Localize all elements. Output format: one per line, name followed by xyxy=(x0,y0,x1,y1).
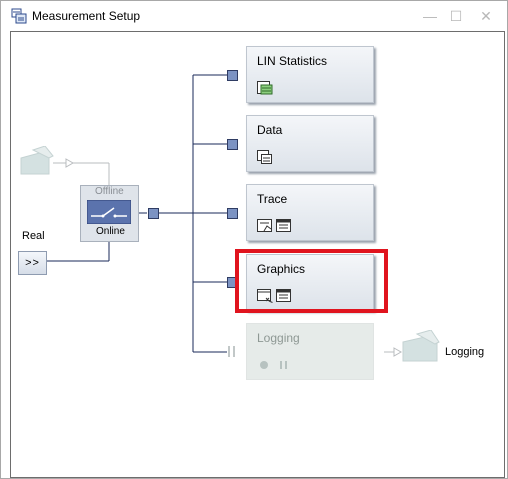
measurement-setup-app-icon xyxy=(11,8,27,24)
data-connector[interactable] xyxy=(227,139,238,150)
title-bar: Measurement Setup — ☐ ✕ xyxy=(1,1,507,31)
trace-title: Trace xyxy=(257,192,288,206)
logging-connector-break[interactable] xyxy=(227,346,237,357)
measurement-setup-canvas: Real >> Offline Online LIN Statistics Da… xyxy=(10,31,505,478)
maximize-button[interactable]: ☐ xyxy=(443,5,469,27)
switch-icon xyxy=(87,200,131,224)
source-folder-icon xyxy=(20,146,54,175)
close-button[interactable]: ✕ xyxy=(473,5,499,27)
data-window-icon[interactable] xyxy=(257,150,273,164)
real-source-button[interactable]: >> xyxy=(18,251,47,275)
statistics-icon[interactable] xyxy=(257,81,273,95)
lin-statistics-title: LIN Statistics xyxy=(257,54,328,68)
trace-connector[interactable] xyxy=(227,208,238,219)
logging-output-label: Logging xyxy=(445,346,485,358)
data-title: Data xyxy=(257,123,283,137)
online-label: Online xyxy=(96,226,125,237)
trace-block[interactable]: Trace xyxy=(246,184,374,241)
lin-statistics-connector[interactable] xyxy=(227,70,238,81)
offline-label: Offline xyxy=(95,186,124,197)
trace-logfile-icon[interactable] xyxy=(276,219,292,233)
source-real-label: Real xyxy=(22,230,45,242)
pause-icon[interactable] xyxy=(277,358,293,372)
logging-title: Logging xyxy=(257,331,300,345)
data-block[interactable]: Data xyxy=(246,115,374,172)
graphics-highlight-box xyxy=(235,249,388,313)
measurement-setup-window: Measurement Setup — ☐ ✕ Real >> Offline … xyxy=(0,0,508,479)
trace-window-icon[interactable] xyxy=(257,219,273,233)
logging-output-folder-icon[interactable] xyxy=(401,330,441,362)
record-dot-icon[interactable] xyxy=(259,358,275,372)
switch-output-connector[interactable] xyxy=(148,208,159,219)
minimize-button[interactable]: — xyxy=(417,5,443,27)
logging-block[interactable]: Logging xyxy=(246,323,374,380)
window-title: Measurement Setup xyxy=(32,9,141,23)
online-offline-switch[interactable]: Offline Online xyxy=(80,185,139,242)
lin-statistics-block[interactable]: LIN Statistics xyxy=(246,46,374,103)
